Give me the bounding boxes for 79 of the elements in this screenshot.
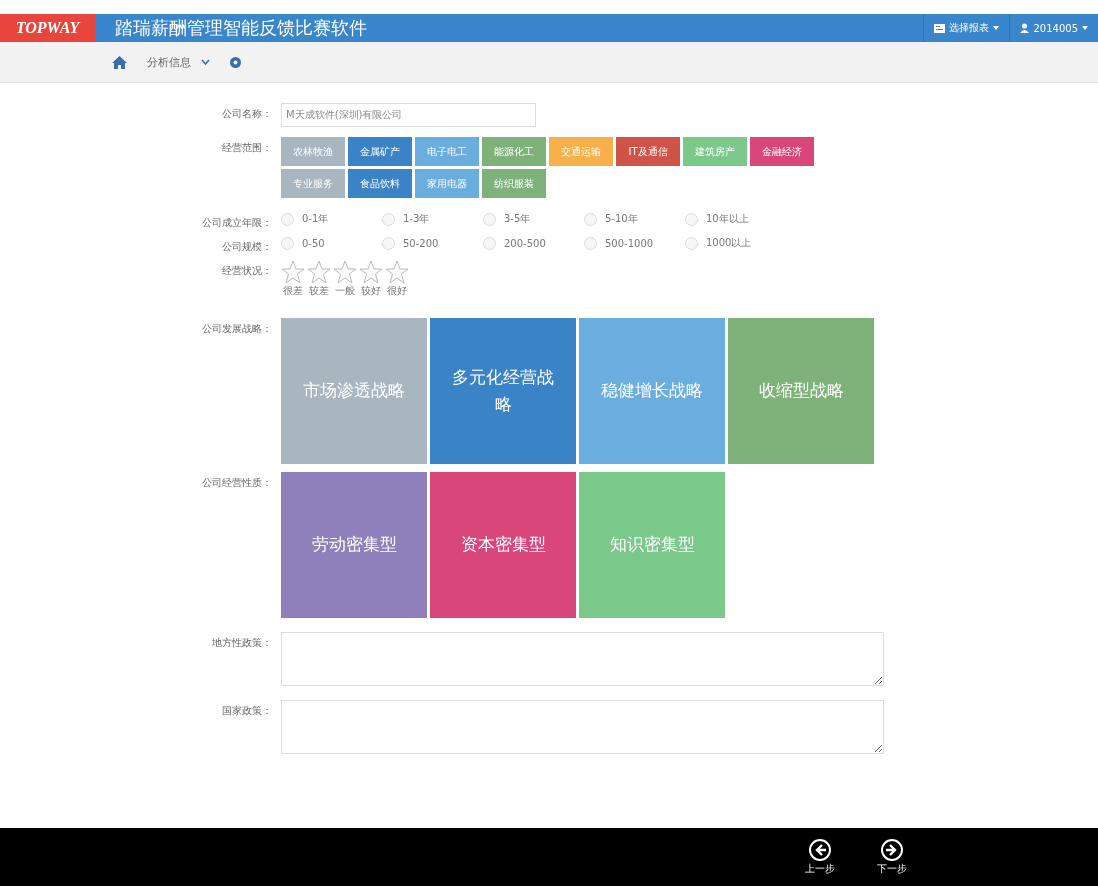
nature-tile[interactable]: 资本密集型 bbox=[430, 472, 576, 618]
industry-tag[interactable]: 家用电器 bbox=[415, 169, 479, 198]
next-step-button[interactable]: 下一步 bbox=[871, 837, 913, 877]
field-label: 国家政策： bbox=[221, 704, 272, 718]
caret-icon bbox=[1082, 26, 1088, 30]
industry-tag[interactable]: 能源化工 bbox=[482, 137, 546, 166]
star-icon[interactable] bbox=[307, 260, 331, 284]
radio-circle[interactable] bbox=[281, 212, 294, 226]
radio-circle[interactable] bbox=[685, 212, 698, 226]
star-icon[interactable] bbox=[281, 260, 305, 284]
industry-tag[interactable]: IT及通信 bbox=[616, 137, 680, 166]
industry-tag[interactable]: 农林牧渔 bbox=[281, 137, 345, 166]
option-label: 0-50 bbox=[302, 237, 325, 249]
field-label: 公司经营性质： bbox=[201, 476, 272, 490]
radio-circle[interactable] bbox=[584, 236, 597, 250]
chevron-icon bbox=[201, 59, 210, 65]
strategy-tile[interactable]: 多元化经营战略 bbox=[430, 318, 576, 464]
star-icon[interactable] bbox=[333, 260, 357, 284]
radio-option[interactable]: 3-5年 bbox=[483, 212, 584, 226]
industry-tag[interactable]: 专业服务 bbox=[281, 169, 345, 198]
star-label: 很差 bbox=[283, 284, 303, 298]
radio-option[interactable]: 200-500 bbox=[483, 236, 584, 250]
field-label: 经营状况： bbox=[221, 264, 272, 278]
industry-tag[interactable]: 金融经济 bbox=[750, 137, 814, 166]
option-label: 200-500 bbox=[504, 237, 546, 249]
strategy-tile[interactable]: 市场渗透战略 bbox=[281, 318, 427, 464]
field-label: 地方性政策： bbox=[211, 636, 272, 650]
option-label: 1-3年 bbox=[403, 212, 430, 226]
field-label: 公司名称： bbox=[221, 107, 272, 121]
app-title: 踏瑞薪酬管理智能反馈比赛软件 bbox=[115, 16, 368, 40]
star-label: 较差 bbox=[309, 284, 329, 298]
option-label: 1000以上 bbox=[706, 236, 752, 250]
strategy-tile[interactable]: 收缩型战略 bbox=[728, 318, 874, 464]
strategy-tile[interactable]: 稳健增长战略 bbox=[579, 318, 725, 464]
industry-tag[interactable]: 食品饮料 bbox=[348, 169, 412, 198]
option-label: 5-10年 bbox=[605, 212, 638, 226]
star-label: 较好 bbox=[361, 284, 381, 298]
radio-circle[interactable] bbox=[483, 236, 496, 250]
star-icon[interactable] bbox=[359, 260, 383, 284]
option-label: 500-1000 bbox=[605, 237, 654, 249]
field-label: 公司发展战略： bbox=[201, 322, 272, 336]
policy-textarea[interactable] bbox=[281, 632, 884, 686]
radio-circle[interactable] bbox=[382, 236, 395, 250]
option-label: 10年以上 bbox=[706, 212, 749, 226]
radio-option[interactable]: 5-10年 bbox=[584, 212, 685, 226]
industry-tag[interactable]: 电子电工 bbox=[415, 137, 479, 166]
option-label: 50-200 bbox=[403, 237, 439, 249]
radio-option[interactable]: 1000以上 bbox=[685, 236, 786, 250]
option-label: 0-1年 bbox=[302, 212, 329, 226]
radio-circle[interactable] bbox=[483, 212, 496, 226]
field-label: 公司成立年限： bbox=[201, 216, 272, 230]
radio-circle[interactable] bbox=[382, 212, 395, 226]
nav-dropdown[interactable]: 分析信息 bbox=[141, 53, 216, 71]
industry-tag[interactable]: 纺织服装 bbox=[482, 169, 546, 198]
radio-option[interactable]: 50-200 bbox=[382, 236, 483, 250]
caret-icon bbox=[993, 26, 1000, 30]
nature-tile[interactable]: 劳动密集型 bbox=[281, 472, 427, 618]
previous-step-button[interactable]: 上一步 bbox=[799, 837, 841, 877]
industry-tag[interactable]: 金属矿产 bbox=[348, 137, 412, 166]
radio-option[interactable]: 0-50 bbox=[281, 236, 382, 250]
report-icon bbox=[934, 23, 946, 33]
radio-circle[interactable] bbox=[685, 236, 698, 250]
star-label: 一般 bbox=[335, 284, 355, 298]
policy-textarea[interactable] bbox=[281, 700, 884, 754]
radio-option[interactable]: 10年以上 bbox=[685, 212, 786, 226]
field-label: 经营范围： bbox=[221, 141, 272, 155]
radio-circle[interactable] bbox=[281, 236, 294, 250]
radio-circle[interactable] bbox=[584, 212, 597, 226]
star-label: 很好 bbox=[387, 284, 407, 298]
company-name-field[interactable]: M天成软件(深圳)有限公司 bbox=[281, 103, 536, 127]
radio-option[interactable]: 500-1000 bbox=[584, 236, 685, 250]
option-label: 3-5年 bbox=[504, 212, 531, 226]
logo: TOPWAY bbox=[0, 14, 95, 42]
radio-option[interactable]: 1-3年 bbox=[382, 212, 483, 226]
field-label: 公司规模： bbox=[221, 240, 272, 254]
star-icon[interactable] bbox=[385, 260, 409, 284]
radio-option[interactable]: 0-1年 bbox=[281, 212, 382, 226]
home-icon[interactable] bbox=[112, 55, 127, 69]
user-icon bbox=[1020, 23, 1030, 33]
